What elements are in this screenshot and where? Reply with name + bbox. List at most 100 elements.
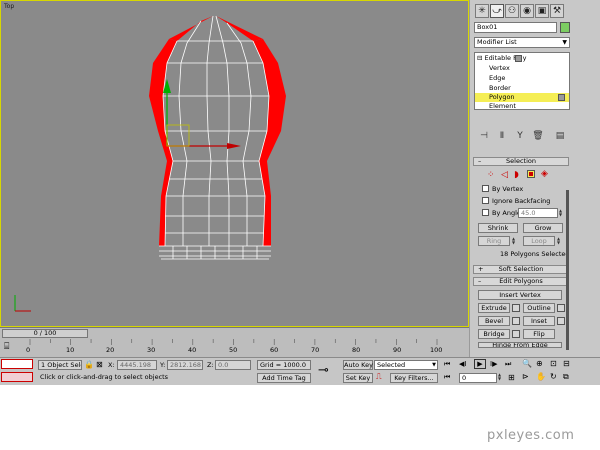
time-slider[interactable]: 0 / 100 <box>0 327 469 339</box>
stack-item-editable-poly[interactable]: ⊟ Editable Poly <box>477 54 526 63</box>
display-icon[interactable]: ▣ <box>535 4 549 18</box>
modifier-stack[interactable]: ⊟ Editable Poly Vertex Edge Border Polyg… <box>474 52 570 110</box>
stack-item-edge[interactable]: Edge <box>489 74 505 83</box>
element-mode-icon[interactable]: ◈ <box>541 169 548 179</box>
maxscript-listener-output[interactable] <box>1 372 33 382</box>
inset-settings-button[interactable] <box>557 317 565 325</box>
key-selection-set-dropdown[interactable]: Selected ▼ <box>374 360 438 370</box>
make-unique-icon[interactable]: Y <box>514 130 526 142</box>
bevel-settings-button[interactable] <box>512 317 520 325</box>
z-coordinate-field[interactable]: 0.0 <box>215 360 251 370</box>
viewport-label[interactable]: Top <box>4 3 14 10</box>
create-icon[interactable]: ✳ <box>475 4 489 18</box>
key-mode-icon[interactable]: ⊸ <box>318 363 329 378</box>
remove-modifier-icon[interactable]: 🗑 <box>532 130 544 142</box>
stack-item-toggle[interactable] <box>515 55 523 62</box>
soft-selection-rollout-header[interactable]: + Soft Selection <box>473 265 569 274</box>
current-frame-field[interactable]: 0 <box>459 373 497 383</box>
object-name-field[interactable]: Box01 <box>474 22 557 33</box>
edit-polygons-rollout-header[interactable]: – Edit Polygons <box>473 277 569 286</box>
tick-label: 20 <box>106 346 115 354</box>
by-angle-checkbox[interactable] <box>482 209 489 216</box>
time-slider-thumb[interactable]: 0 / 100 <box>2 329 88 338</box>
modifier-list-dropdown[interactable]: Modifier List ▼ <box>474 37 570 48</box>
shrink-button[interactable]: Shrink <box>478 223 518 233</box>
set-key-button[interactable]: Set Key <box>343 373 373 383</box>
go-to-start-icon[interactable]: ⏮ <box>444 360 450 369</box>
maximize-viewport-icon[interactable]: ⧉ <box>563 372 569 382</box>
bridge-settings-button[interactable] <box>512 330 520 338</box>
track-bar[interactable]: ⌸ 0 10 20 30 40 50 60 70 80 90 100 <box>0 339 469 357</box>
go-to-end-icon[interactable]: ⏭ <box>505 360 511 369</box>
previous-frame-icon[interactable]: ◀Ⅰ <box>459 360 466 368</box>
zoom-extents-icon[interactable]: ⊡ <box>550 359 557 368</box>
maxscript-listener[interactable] <box>1 359 33 369</box>
bevel-button[interactable]: Bevel <box>478 316 510 326</box>
ring-button[interactable]: Ring <box>478 236 510 246</box>
play-icon[interactable]: ▶ <box>474 359 486 369</box>
stack-item-polygon[interactable]: Polygon <box>475 93 569 102</box>
loop-spinner-icon[interactable]: ▲ ▼ <box>557 237 562 245</box>
flip-button[interactable]: Flip <box>523 329 555 339</box>
watermark: pxleyes.com <box>487 428 575 443</box>
insert-vertex-button[interactable]: Insert Vertex <box>478 290 562 300</box>
motion-icon[interactable]: ◉ <box>520 4 534 18</box>
set-key-filter-icon[interactable]: ⎍ <box>376 372 382 382</box>
time-configuration-icon[interactable]: ⊞ <box>508 373 515 382</box>
ignore-backfacing-checkbox[interactable] <box>482 197 489 204</box>
zoom-all-icon[interactable]: ⊕ <box>536 359 543 368</box>
utilities-icon[interactable]: ⚒ <box>550 4 564 18</box>
vertex-mode-icon[interactable]: ⁘ <box>487 170 495 180</box>
hinge-from-edge-button[interactable]: Hinge From Edge <box>478 342 562 348</box>
ignore-backfacing-label: Ignore Backfacing <box>492 197 551 205</box>
stack-item-vertex[interactable]: Vertex <box>489 64 510 73</box>
key-filters-button[interactable]: Key Filters... <box>390 373 438 383</box>
selection-rollout-header[interactable]: – Selection <box>473 157 569 166</box>
modify-icon[interactable]: ⤻ <box>490 4 504 18</box>
pan-icon[interactable]: ✋ <box>536 372 546 381</box>
y-coordinate-field[interactable]: 2812.168 <box>167 360 203 370</box>
extrude-button[interactable]: Extrude <box>478 303 510 313</box>
configure-modifier-sets-icon[interactable]: ▤ <box>554 130 566 142</box>
frame-spinner-icon[interactable]: ▲ ▼ <box>498 373 503 381</box>
chevron-down-icon: ▼ <box>562 39 567 46</box>
next-frame-icon[interactable]: Ⅰ▶ <box>490 360 497 368</box>
auto-key-button[interactable]: Auto Key <box>343 360 373 370</box>
lock-selection-icon[interactable]: 🔒 <box>84 360 94 369</box>
stack-item-toggle[interactable] <box>558 94 565 101</box>
bridge-button[interactable]: Bridge <box>478 329 510 339</box>
collapse-icon[interactable]: ⊟ <box>477 54 482 62</box>
object-color-swatch[interactable] <box>560 22 570 33</box>
scene-canvas[interactable] <box>1 1 470 328</box>
grow-button[interactable]: Grow <box>523 223 563 233</box>
loop-button[interactable]: Loop <box>523 236 555 246</box>
show-end-result-icon[interactable]: Ⅱ <box>496 130 508 142</box>
top-viewport[interactable]: Top <box>0 0 469 327</box>
inset-button[interactable]: Inset <box>523 316 555 326</box>
stack-item-border[interactable]: Border <box>489 84 511 93</box>
border-mode-icon[interactable]: ◗ <box>514 170 519 180</box>
angle-input[interactable]: 45.0 <box>518 208 558 218</box>
polygon-mode-button[interactable] <box>527 170 535 178</box>
ring-spinner-icon[interactable]: ▲ ▼ <box>512 237 517 245</box>
outline-button[interactable]: Outline <box>523 303 555 313</box>
extrude-settings-button[interactable] <box>512 304 520 312</box>
outline-settings-button[interactable] <box>557 304 565 312</box>
absolute-mode-icon[interactable]: ⊠ <box>96 360 103 369</box>
field-of-view-icon[interactable]: ⊳ <box>522 372 529 381</box>
orbit-icon[interactable]: ↻ <box>550 372 557 381</box>
add-time-tag-button[interactable]: Add Time Tag <box>257 373 311 383</box>
angle-spinner-icon[interactable]: ▲ ▼ <box>559 209 564 217</box>
stack-item-element[interactable]: Element <box>489 102 516 111</box>
open-curve-editor-icon[interactable]: ⌸ <box>4 342 9 352</box>
by-vertex-checkbox[interactable] <box>482 185 489 192</box>
pin-stack-icon[interactable]: ⊣ <box>478 130 490 142</box>
x-coordinate-field[interactable]: 4445.198 <box>117 360 157 370</box>
edge-mode-icon[interactable]: ◁ <box>501 170 508 180</box>
command-panel-scrollbar[interactable] <box>566 190 569 350</box>
world-axis-icon <box>14 295 31 312</box>
zoom-extents-all-icon[interactable]: ⊟ <box>563 359 570 368</box>
key-mode-toggle-icon[interactable]: ⏮ <box>444 373 450 382</box>
hierarchy-icon[interactable]: ⚇ <box>505 4 519 18</box>
zoom-icon[interactable]: 🔍 <box>522 359 532 368</box>
